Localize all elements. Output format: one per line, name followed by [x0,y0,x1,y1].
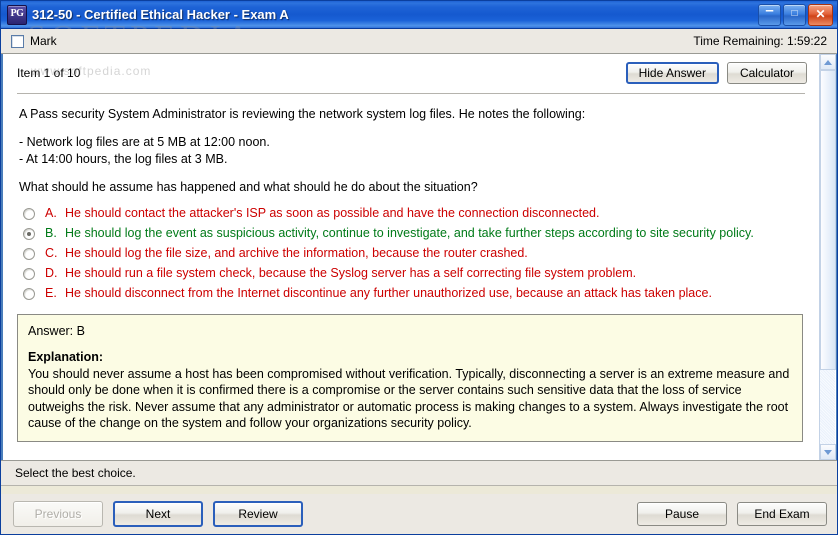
question-spacer-2 [19,168,799,179]
answer-option-radio[interactable] [23,268,35,280]
app-icon: PG [7,4,27,25]
answer-option[interactable]: B. He should log the event as suspicious … [19,224,805,244]
explanation-answer: Answer: B [28,323,85,338]
answer-option-text: He should log the file size, and archive… [65,246,528,260]
explanation-heading: Explanation: [28,350,104,364]
answer-option-text: He should disconnect from the Internet d… [65,286,712,300]
mark-label: Mark [30,34,57,48]
answer-options: A. He should contact the attacker's ISP a… [3,196,819,304]
close-icon: ✕ [815,6,826,21]
answer-option-letter: B. [45,226,57,240]
minimize-button[interactable]: – [758,1,781,26]
item-counter: Item 1 of 10 [17,66,81,80]
navigation-bar: Previous Next Review Pause End Exam [1,494,837,534]
nav-left-group: Previous Next Review [13,501,303,527]
exam-toolbar: Mark Time Remaining: 1:59:22 [1,29,837,54]
answer-option-letter: E. [45,286,57,300]
end-exam-button[interactable]: End Exam [737,502,827,526]
scrollbar-thumb[interactable] [820,70,836,370]
vertical-scrollbar[interactable] [819,54,836,460]
window-controls: – □ ✕ [758,1,835,26]
close-button[interactable]: ✕ [808,3,833,26]
scroll-down-button[interactable] [820,444,836,460]
status-bar: Select the best choice. [1,460,837,486]
answer-tools: Hide Answer Calculator [625,62,807,84]
answer-option[interactable]: D. He should run a file system check, bec… [19,264,805,284]
previous-button[interactable]: Previous [13,501,103,527]
maximize-icon: □ [791,7,798,19]
calculator-button[interactable]: Calculator [726,62,807,84]
nav-right-group: Pause End Exam [637,502,827,526]
exam-window: PG 312-50 - Certified Ethical Hacker - E… [0,0,838,535]
answer-option-radio[interactable] [23,208,35,220]
answer-option-text: He should log the event as suspicious ac… [65,226,754,240]
answer-option-letter: A. [45,206,57,220]
title-bar: PG 312-50 - Certified Ethical Hacker - E… [1,1,837,29]
answer-option-radio[interactable] [23,228,35,240]
answer-option-text: He should run a file system check, becau… [65,266,637,280]
review-button[interactable]: Review [213,501,303,527]
pause-button[interactable]: Pause [637,502,727,526]
answer-option-letter: D. [45,266,58,280]
explanation-box: Answer: B Explanation: You should never … [17,313,803,442]
next-button[interactable]: Next [113,501,203,527]
question-panel-inner: Item 1 of 10 Hide Answer Calculator A Pa… [3,54,819,460]
question-text: A Pass security System Administrator is … [3,94,819,196]
answer-option-radio[interactable] [23,248,35,260]
answer-option[interactable]: A. He should contact the attacker's ISP a… [19,204,805,224]
answer-option-text: He should contact the attacker's ISP as … [65,206,600,220]
question-bullet-2: - At 14:00 hours, the log files at 3 MB. [19,151,228,166]
chevron-up-icon [824,59,832,65]
question-spacer-1 [19,123,799,134]
question-prompt: What should he assume has happened and w… [19,179,478,194]
scroll-up-button[interactable] [820,54,836,70]
answer-option[interactable]: C. He should log the file size, and archi… [19,244,805,264]
hide-answer-button[interactable]: Hide Answer [625,62,719,84]
item-header-row: Item 1 of 10 Hide Answer Calculator [3,54,819,84]
explanation-body: You should never assume a host has been … [28,366,790,431]
maximize-button[interactable]: □ [783,3,806,26]
question-intro: A Pass security System Administrator is … [19,107,586,121]
question-panel: Item 1 of 10 Hide Answer Calculator A Pa… [1,54,837,460]
chevron-down-icon [824,449,832,455]
answer-option[interactable]: E. He should disconnect from the Internet… [19,284,805,304]
minimize-icon: – [765,1,774,19]
status-message: Select the best choice. [15,466,136,480]
mark-checkbox[interactable] [11,34,24,48]
scrollbar-track[interactable] [820,70,836,444]
window-title: 312-50 - Certified Ethical Hacker - Exam… [32,7,289,22]
answer-option-letter: C. [45,246,58,260]
answer-option-radio[interactable] [23,288,35,300]
mark-checkbox-group[interactable]: Mark [11,34,57,48]
time-remaining: Time Remaining: 1:59:22 [693,34,827,48]
question-bullet-1: - Network log files are at 5 MB at 12:00… [19,134,270,149]
